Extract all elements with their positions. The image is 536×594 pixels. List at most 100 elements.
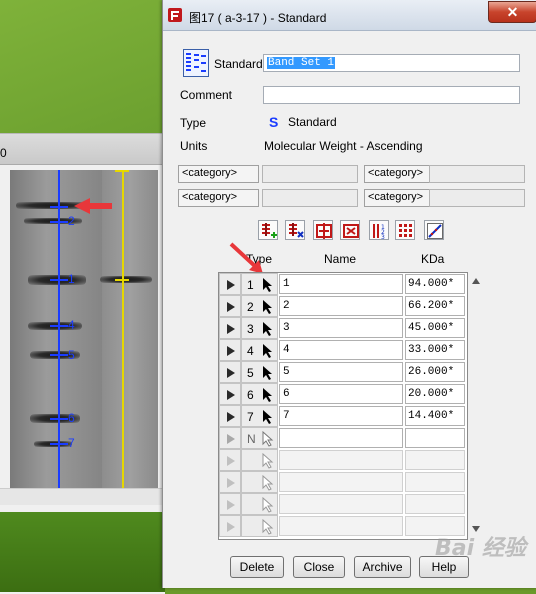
band-kda-cell — [405, 494, 465, 514]
category-button-3[interactable]: <category> — [178, 189, 259, 207]
play-icon — [227, 434, 235, 444]
row-select-button[interactable] — [219, 427, 241, 449]
table-row[interactable]: 1 1 94.000* — [219, 273, 467, 295]
band-kda-cell[interactable]: 20.000* — [405, 384, 465, 404]
category-field-1[interactable] — [262, 165, 358, 183]
band-kda-cell[interactable]: 45.000* — [405, 318, 465, 338]
pointer-icon — [262, 453, 274, 469]
standard-name-input[interactable]: Band Set 1 — [263, 54, 520, 72]
category-field-4[interactable] — [429, 189, 525, 207]
table-row[interactable]: 3 3 45.000* — [219, 317, 467, 339]
band-kda-cell — [405, 472, 465, 492]
row-type-cell[interactable]: 4 — [241, 339, 278, 361]
band-label: 6 — [68, 411, 75, 425]
row-select-button[interactable] — [219, 339, 241, 361]
row-type-cell[interactable]: N — [241, 427, 278, 449]
gel-horizontal-scrollbar[interactable] — [0, 488, 165, 505]
row-type-cell — [241, 515, 278, 537]
pointer-icon — [263, 278, 272, 292]
comment-input[interactable] — [263, 86, 520, 104]
table-row — [219, 471, 467, 493]
band-name-cell[interactable]: 4 — [279, 340, 403, 360]
standard-lane-line[interactable] — [122, 170, 124, 492]
sort-numeric-button[interactable]: 1 2 3 — [369, 220, 389, 240]
row-type-cell[interactable]: 7 — [241, 405, 278, 427]
row-type-cell[interactable]: 6 — [241, 383, 278, 405]
band-name-cell — [279, 472, 403, 492]
row-select-button[interactable] — [219, 383, 241, 405]
dialog-titlebar[interactable]: 图17 ( a-3-17 ) - Standard ✕ — [163, 0, 536, 31]
band-kda-cell[interactable] — [405, 428, 465, 448]
kda-column-header: KDa — [421, 252, 445, 266]
add-row-button[interactable] — [258, 220, 278, 240]
band-name-cell[interactable]: 6 — [279, 384, 403, 404]
band-kda-cell[interactable]: 66.200* — [405, 296, 465, 316]
grid-dots-icon — [399, 224, 412, 237]
standard-label: Standard — [214, 57, 263, 71]
table-row[interactable]: 7 7 14.400* — [219, 405, 467, 427]
name-column-header: Name — [324, 252, 357, 266]
archive-button[interactable]: Archive — [354, 556, 411, 578]
row-type-cell[interactable]: 2 — [241, 295, 278, 317]
annotation-arrow-icon — [74, 198, 112, 214]
band-name-cell[interactable]: 5 — [279, 362, 403, 382]
table-row[interactable]: 4 4 33.000* — [219, 339, 467, 361]
gel-image[interactable]: 2 1 4 5 6 7 — [10, 170, 158, 492]
band-name-cell[interactable] — [279, 428, 403, 448]
annotation-arrow-icon — [229, 242, 263, 274]
play-icon — [227, 412, 235, 422]
band-kda-cell — [405, 450, 465, 470]
play-icon — [227, 324, 235, 334]
sort-numeric-icon: 1 2 3 — [373, 224, 385, 239]
play-icon — [227, 478, 235, 488]
table-vertical-scrollbar[interactable] — [468, 272, 484, 538]
watermark-logo: Bai 经验 — [435, 536, 526, 561]
play-icon — [227, 522, 235, 532]
close-button[interactable]: Close — [293, 556, 345, 578]
row-select-button[interactable] — [219, 361, 241, 383]
band-name-cell — [279, 494, 403, 514]
band-kda-cell[interactable]: 14.400* — [405, 406, 465, 426]
window-close-button[interactable]: ✕ — [488, 1, 536, 23]
band-kda-cell[interactable]: 26.000* — [405, 362, 465, 382]
delete-row-icon — [289, 223, 304, 238]
delete-row-button[interactable] — [285, 220, 305, 240]
band-kda-cell[interactable]: 33.000* — [405, 340, 465, 360]
band-name-cell[interactable]: 7 — [279, 406, 403, 426]
scroll-up-icon[interactable] — [472, 278, 480, 284]
band-kda-cell[interactable]: 94.000* — [405, 274, 465, 294]
insert-band-button[interactable] — [313, 220, 333, 240]
band-name-cell[interactable]: 2 — [279, 296, 403, 316]
table-row[interactable]: 6 6 20.000* — [219, 383, 467, 405]
category-button-1[interactable]: <category> — [178, 165, 259, 183]
pointer-icon — [263, 322, 272, 336]
fit-curve-button[interactable] — [424, 220, 444, 240]
category-field-2[interactable] — [429, 165, 525, 183]
remove-band-button[interactable] — [340, 220, 360, 240]
table-row[interactable]: 2 2 66.200* — [219, 295, 467, 317]
band-name-cell — [279, 450, 403, 470]
delete-button[interactable]: Delete — [230, 556, 284, 578]
play-icon — [227, 302, 235, 312]
row-select-button[interactable] — [219, 405, 241, 427]
play-icon — [227, 346, 235, 356]
row-type-cell[interactable]: 5 — [241, 361, 278, 383]
row-select-button[interactable] — [219, 295, 241, 317]
band-name-cell[interactable]: 1 — [279, 274, 403, 294]
band-name-cell — [279, 516, 403, 536]
pointer-icon — [263, 300, 272, 314]
svg-text:3: 3 — [381, 234, 385, 239]
band-name-cell[interactable]: 3 — [279, 318, 403, 338]
row-type-cell — [241, 493, 278, 515]
table-row[interactable]: 5 5 26.000* — [219, 361, 467, 383]
row-type-cell[interactable]: 1 — [241, 273, 278, 295]
play-icon — [227, 280, 235, 290]
grid-dots-button[interactable] — [395, 220, 415, 240]
new-table-row[interactable]: N — [219, 427, 467, 449]
gel-window-toolbar: 0 — [0, 134, 165, 165]
row-select-button[interactable] — [219, 273, 241, 295]
row-type-cell[interactable]: 3 — [241, 317, 278, 339]
row-select-button[interactable] — [219, 317, 241, 339]
category-field-3[interactable] — [262, 189, 358, 207]
standard-dialog: 图17 ( a-3-17 ) - Standard ✕ Standard Ban… — [162, 0, 536, 588]
